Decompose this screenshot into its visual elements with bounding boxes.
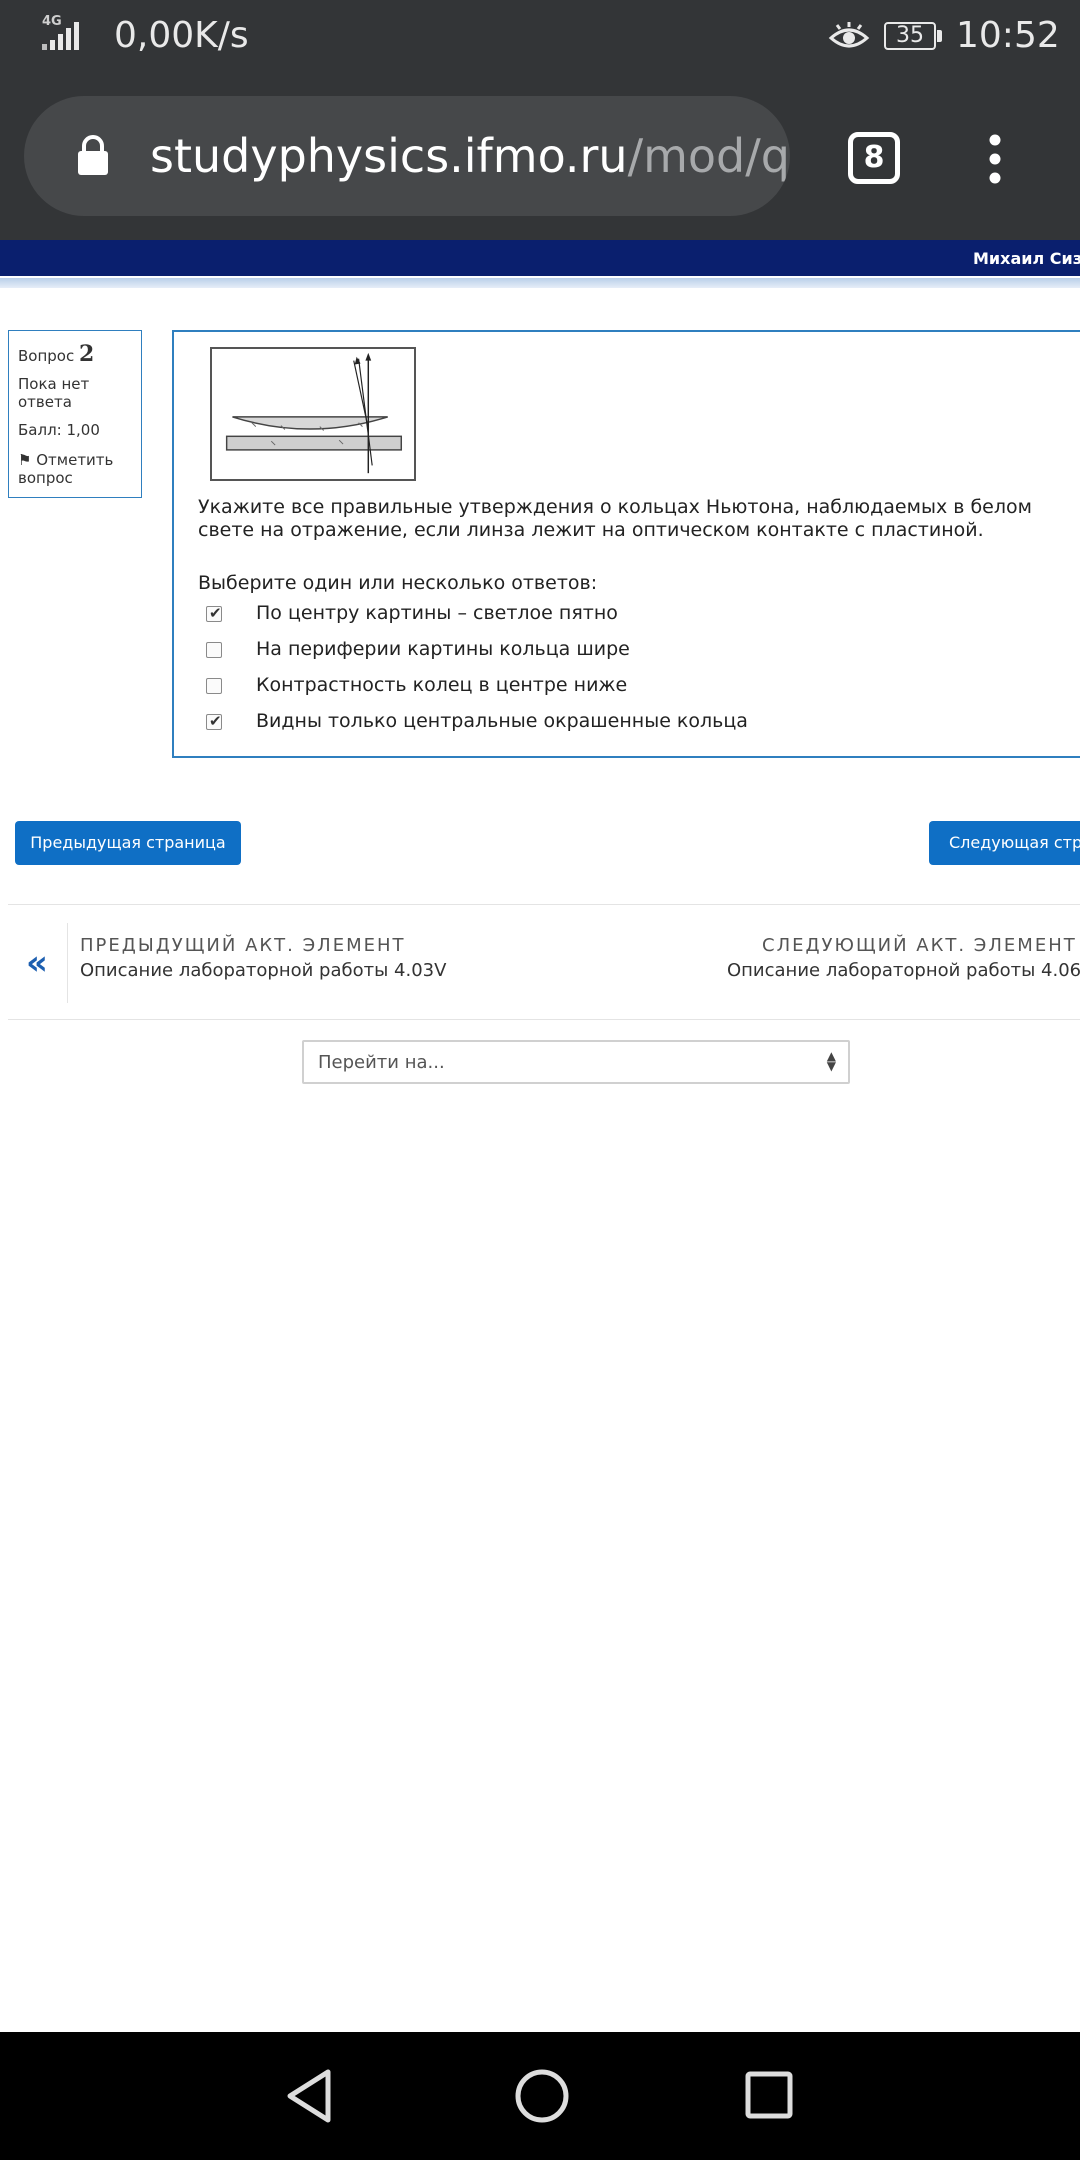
answer-label-1[interactable]: По центру картины – светлое пятно bbox=[256, 602, 618, 624]
answer-option-1[interactable]: ✔ По центру картины – светлое пятно bbox=[206, 600, 1066, 636]
question-text: Укажите все правильные утверждения о кол… bbox=[198, 496, 1032, 541]
flag-icon: ⚑ bbox=[18, 451, 32, 469]
flag-question-link[interactable]: ⚑ Отметить вопрос bbox=[18, 451, 132, 487]
answer-list: ✔ По центру картины – светлое пятно На п… bbox=[206, 600, 1066, 744]
jump-to-select[interactable]: Перейти на... ▲ ▼ bbox=[302, 1040, 850, 1084]
answer-prompt: Выберите один или несколько ответов: bbox=[198, 572, 598, 594]
question-grade: Балл: 1,00 bbox=[18, 421, 100, 439]
site-header: Михаил Сизо bbox=[0, 240, 1080, 276]
recent-square-icon[interactable] bbox=[744, 2070, 794, 2120]
next-page-button[interactable]: Следующая стра bbox=[929, 821, 1080, 865]
answer-checkbox-3[interactable] bbox=[206, 678, 222, 694]
battery-icon: 35 bbox=[884, 22, 944, 52]
check-icon: ✔ bbox=[209, 712, 222, 730]
prev-activity-caption: ПРЕДЫДУЩИЙ АКТ. ЭЛЕМЕНТ bbox=[80, 935, 406, 956]
lock-icon bbox=[78, 135, 108, 175]
question-state: Пока нет ответа bbox=[18, 375, 90, 411]
question-number: Вопрос 2 bbox=[18, 341, 95, 367]
menu-dots-icon[interactable] bbox=[988, 134, 1002, 184]
back-triangle-icon[interactable] bbox=[284, 2068, 334, 2124]
answer-checkbox-2[interactable] bbox=[206, 642, 222, 658]
system-nav-bar bbox=[0, 2032, 1080, 2160]
answer-label-4[interactable]: Видны только центральные окрашенные коль… bbox=[256, 710, 748, 732]
url-host: studyphysics.ifmo.ru bbox=[150, 129, 628, 183]
check-icon: ✔ bbox=[209, 604, 222, 622]
activity-navigation: « ПРЕДЫДУЩИЙ АКТ. ЭЛЕМЕНТ Описание лабор… bbox=[0, 905, 1080, 1018]
address-bar[interactable]: studyphysics.ifmo.ru/mod/q bbox=[24, 96, 790, 216]
tab-switcher-button[interactable]: 8 bbox=[848, 132, 900, 184]
sort-arrows-icon: ▲ ▼ bbox=[826, 1049, 836, 1073]
browser-toolbar: studyphysics.ifmo.ru/mod/q 8 bbox=[0, 72, 1080, 240]
user-menu[interactable]: Михаил Сизо bbox=[973, 249, 1080, 268]
answer-option-2[interactable]: На периферии картины кольца шире bbox=[206, 636, 1066, 672]
answer-checkbox-4[interactable]: ✔ bbox=[206, 712, 222, 730]
home-circle-icon[interactable] bbox=[514, 2068, 570, 2124]
network-speed: 0,00K/s bbox=[114, 15, 249, 56]
url-path: /mod/q bbox=[627, 129, 790, 183]
chevron-left-icon[interactable]: « bbox=[26, 943, 48, 983]
previous-page-button[interactable]: Предыдущая страница bbox=[15, 821, 241, 865]
question-info: Вопрос 2 Пока нет ответа Балл: 1,00 ⚑ От… bbox=[8, 330, 142, 498]
battery-level: 35 bbox=[896, 23, 924, 48]
divider bbox=[67, 923, 68, 1003]
answer-label-2[interactable]: На периферии картины кольца шире bbox=[256, 638, 630, 660]
url-text[interactable]: studyphysics.ifmo.ru/mod/q bbox=[150, 128, 790, 184]
question-content: Укажите все правильные утверждения о кол… bbox=[172, 330, 1080, 758]
newton-rings-figure bbox=[210, 347, 416, 481]
prev-activity-link[interactable]: Описание лабораторной работы 4.03V bbox=[80, 960, 446, 981]
answer-checkbox-1[interactable]: ✔ bbox=[206, 604, 222, 622]
next-activity-link[interactable]: Описание лабораторной работы 4.06 bbox=[727, 960, 1080, 981]
answer-label-3[interactable]: Контрастность колец в центре ниже bbox=[256, 674, 627, 696]
jump-to-placeholder: Перейти на... bbox=[318, 1052, 445, 1073]
divider bbox=[8, 1019, 1080, 1020]
answer-option-4[interactable]: ✔ Видны только центральные окрашенные ко… bbox=[206, 708, 1066, 744]
clock: 10:52 bbox=[956, 15, 1060, 56]
answer-option-3[interactable]: Контрастность колец в центре ниже bbox=[206, 672, 1066, 708]
status-bar: 4G 0,00K/s 35 10:52 bbox=[0, 0, 1080, 72]
network-type: 4G bbox=[42, 14, 62, 29]
header-stripe bbox=[0, 278, 1080, 288]
eye-comfort-icon bbox=[828, 22, 870, 48]
next-activity-caption: СЛЕДУЮЩИЙ АКТ. ЭЛЕМЕНТ bbox=[762, 935, 1077, 956]
